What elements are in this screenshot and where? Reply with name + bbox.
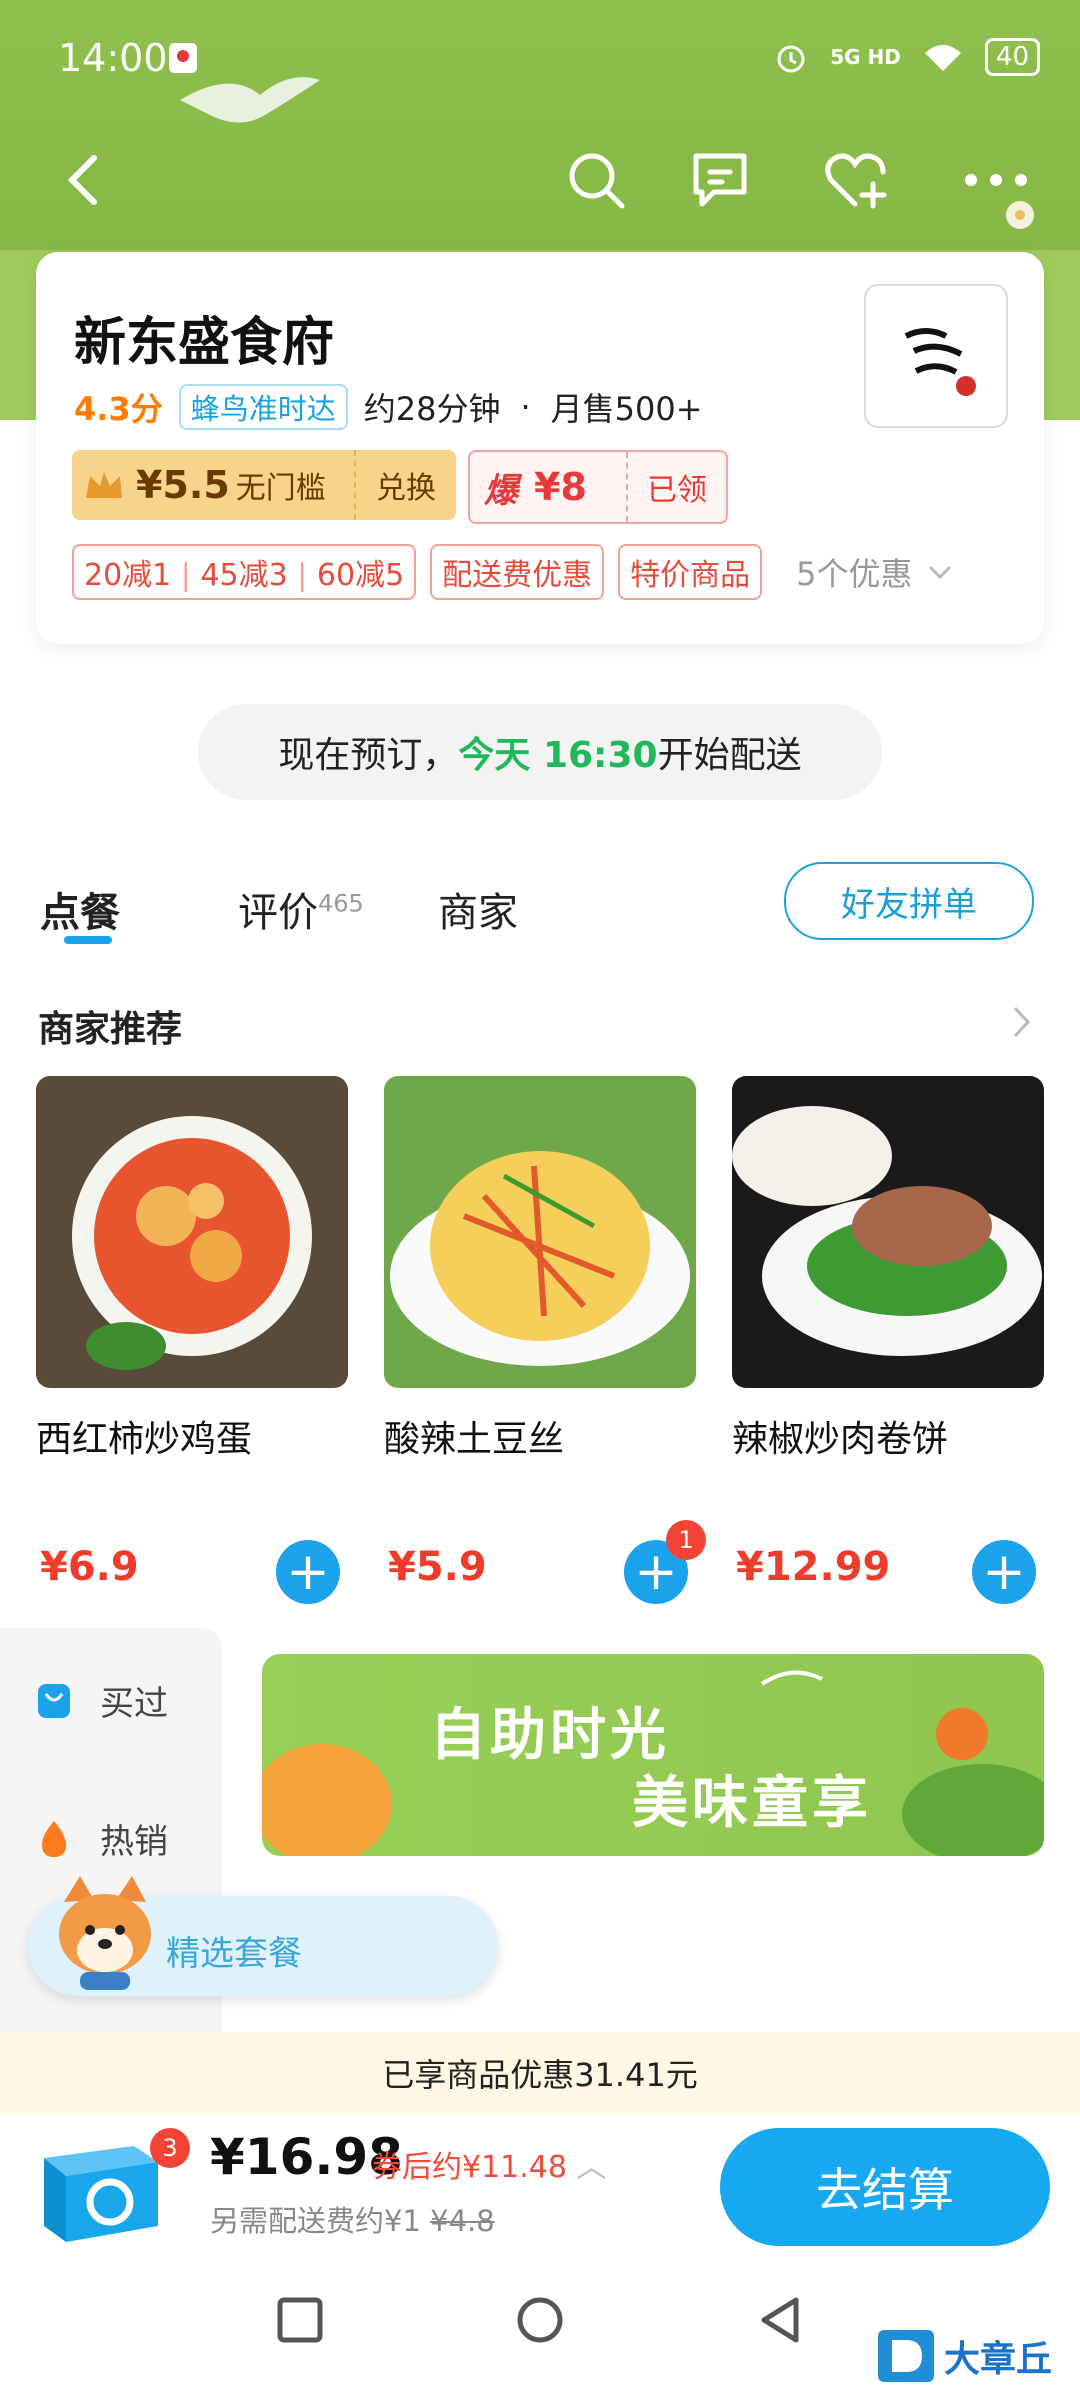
- watermark: 大章丘: [876, 2324, 1066, 2388]
- vip-coupon[interactable]: ¥5.5 无门槛 兑换: [72, 450, 456, 520]
- promo-tags[interactable]: 20减1 | 45减3 | 60减5 配送费优惠 特价商品 5个优惠: [72, 544, 953, 600]
- network-label: 5G HD: [830, 45, 901, 69]
- hot-coupon-prefix: 爆: [484, 470, 518, 511]
- chevron-down-icon: [928, 565, 951, 580]
- delivery-eta: 约28分钟: [363, 390, 501, 428]
- promo-tag-tiers: 20减1 | 45减3 | 60减5: [72, 544, 417, 600]
- dish-cart-count-badge: 1: [666, 1520, 706, 1560]
- back-button[interactable]: [44, 140, 124, 220]
- sidebar-item-bought[interactable]: 买过: [36, 1676, 168, 1725]
- claimed-label: 已领: [626, 452, 726, 522]
- friend-order-button[interactable]: 好友拼单: [784, 862, 1034, 940]
- more-dots-icon: [965, 174, 1027, 186]
- dish-image-tomato-egg: [36, 1076, 348, 1388]
- favorite-button[interactable]: [818, 140, 898, 220]
- hot-coupon[interactable]: 爆 ¥8 已领: [468, 450, 728, 524]
- wifi-icon: [924, 45, 961, 71]
- vip-coupon-amount: ¥5.5: [136, 463, 230, 507]
- dish-image-pepper-pork-wrap: [732, 1076, 1044, 1388]
- active-tab-indicator: [64, 936, 112, 944]
- shop-score: 4.3分: [74, 390, 163, 428]
- watermark-text: 大章丘: [944, 2339, 1053, 2380]
- vip-coupon-condition: 无门槛: [235, 471, 326, 506]
- system-nav-bar: 大章丘: [0, 2252, 1080, 2388]
- original-delivery-fee: ¥4.8: [430, 2204, 495, 2238]
- flame-icon: [42, 1820, 66, 1857]
- combo-label: 精选套餐: [166, 1934, 302, 1974]
- status-icons: 5G HD 40: [774, 38, 1040, 76]
- dish-price: ¥6.9: [40, 1544, 139, 1590]
- preorder-suffix: 开始配送: [657, 735, 802, 776]
- delivery-fee-line: 另需配送费约¥1 ¥4.8: [210, 2204, 495, 2238]
- dish-card[interactable]: 辣椒炒肉卷饼: [732, 1076, 1044, 1462]
- preorder-notice: 现在预订， 今天 16:30 开始配送: [198, 704, 882, 800]
- hot-coupon-amount: ¥8: [534, 465, 587, 509]
- search-button[interactable]: [556, 140, 636, 220]
- dish-card[interactable]: 西红柿炒鸡蛋: [36, 1076, 348, 1462]
- bag-icon: [38, 1683, 70, 1718]
- sidebar-item-hot[interactable]: 热销: [36, 1814, 168, 1863]
- add-to-cart-button[interactable]: +: [276, 1540, 340, 1604]
- promo-tag-special: 特价商品: [618, 544, 763, 600]
- message-button[interactable]: [680, 140, 760, 220]
- shop-logo-image: [890, 310, 982, 402]
- chat-icon: [693, 153, 747, 207]
- search-icon: [569, 153, 625, 209]
- promo-tag-delivery: 配送费优惠: [430, 544, 605, 600]
- add-to-cart-button[interactable]: +: [972, 1540, 1036, 1604]
- recommend-title: 商家推荐: [38, 1009, 183, 1050]
- plus-icon: +: [286, 1542, 330, 1602]
- location-app-icon: [169, 43, 197, 73]
- heart-plus-icon: [825, 153, 887, 209]
- dish-card[interactable]: 酸辣土豆丝: [384, 1076, 696, 1462]
- after-coupon-price[interactable]: 券后约¥11.48 ︿: [372, 2142, 607, 2186]
- status-bar: 14:00 5G HD 40: [0, 0, 1080, 110]
- plus-icon: +: [982, 1542, 1026, 1602]
- more-button[interactable]: [956, 140, 1036, 220]
- tab-merchant[interactable]: 商家: [438, 880, 518, 938]
- dish-name: 西红柿炒鸡蛋: [36, 1419, 253, 1460]
- status-time: 14:00: [58, 36, 168, 80]
- recent-apps-icon[interactable]: [274, 2294, 326, 2346]
- dish-image-potato-strips: [384, 1076, 696, 1388]
- alarm-icon: [777, 45, 805, 73]
- crown-icon: [86, 472, 122, 498]
- dish-name: 辣椒炒肉卷饼: [732, 1419, 949, 1460]
- shop-rating-row: 4.3分 蜂鸟准时达 约28分钟 · 月售500+: [74, 384, 703, 430]
- dish-price: ¥12.99: [736, 1544, 891, 1590]
- review-count: 465: [318, 889, 364, 918]
- cart-bar: 3 ¥16.98 券后约¥11.48 ︿ 另需配送费约¥1 ¥4.8 去结算: [0, 2114, 1080, 2252]
- back-nav-icon[interactable]: [754, 2294, 806, 2346]
- home-icon[interactable]: [514, 2294, 566, 2346]
- chevron-up-icon: ︿: [566, 2150, 607, 2185]
- checkout-button[interactable]: 去结算: [720, 2128, 1050, 2246]
- banner-line2: 美味童享: [632, 1771, 872, 1836]
- monthly-sales: 月售500+: [550, 390, 703, 428]
- shiba-mascot-icon: [59, 1876, 151, 1990]
- cart-box-icon[interactable]: [34, 2134, 164, 2246]
- tab-order[interactable]: 点餐: [40, 880, 120, 938]
- back-arrow-icon: [67, 155, 97, 205]
- battery-indicator: 40: [984, 38, 1040, 76]
- shop-info-card: 新东盛食府 4.3分 蜂鸟准时达 约28分钟 · 月售500+ ¥5.5 无门槛…: [36, 252, 1044, 644]
- cart-count-badge: 3: [150, 2128, 190, 2168]
- shop-name: 新东盛食府: [74, 313, 335, 373]
- dish-name: 酸辣土豆丝: [384, 1419, 565, 1460]
- delivery-tag: 蜂鸟准时达: [178, 384, 348, 430]
- exchange-button[interactable]: 兑换: [354, 450, 456, 520]
- discount-notice: 已享商品优惠31.41元: [0, 2032, 1080, 2114]
- chevron-right-icon[interactable]: [1010, 1004, 1034, 1040]
- dish-price: ¥5.9: [388, 1544, 487, 1590]
- combo-pill[interactable]: 精选套餐: [28, 1876, 498, 1996]
- promo-more: 5个优惠: [796, 555, 913, 593]
- watermark-logo-icon: [878, 2330, 934, 2382]
- tab-reviews[interactable]: 评价465: [238, 880, 364, 938]
- shop-logo[interactable]: [864, 284, 1008, 428]
- promo-banner[interactable]: 自助时光 美味童享: [262, 1654, 1044, 1856]
- preorder-time: 今天 16:30: [458, 735, 658, 776]
- preorder-prefix: 现在预订，: [278, 735, 459, 776]
